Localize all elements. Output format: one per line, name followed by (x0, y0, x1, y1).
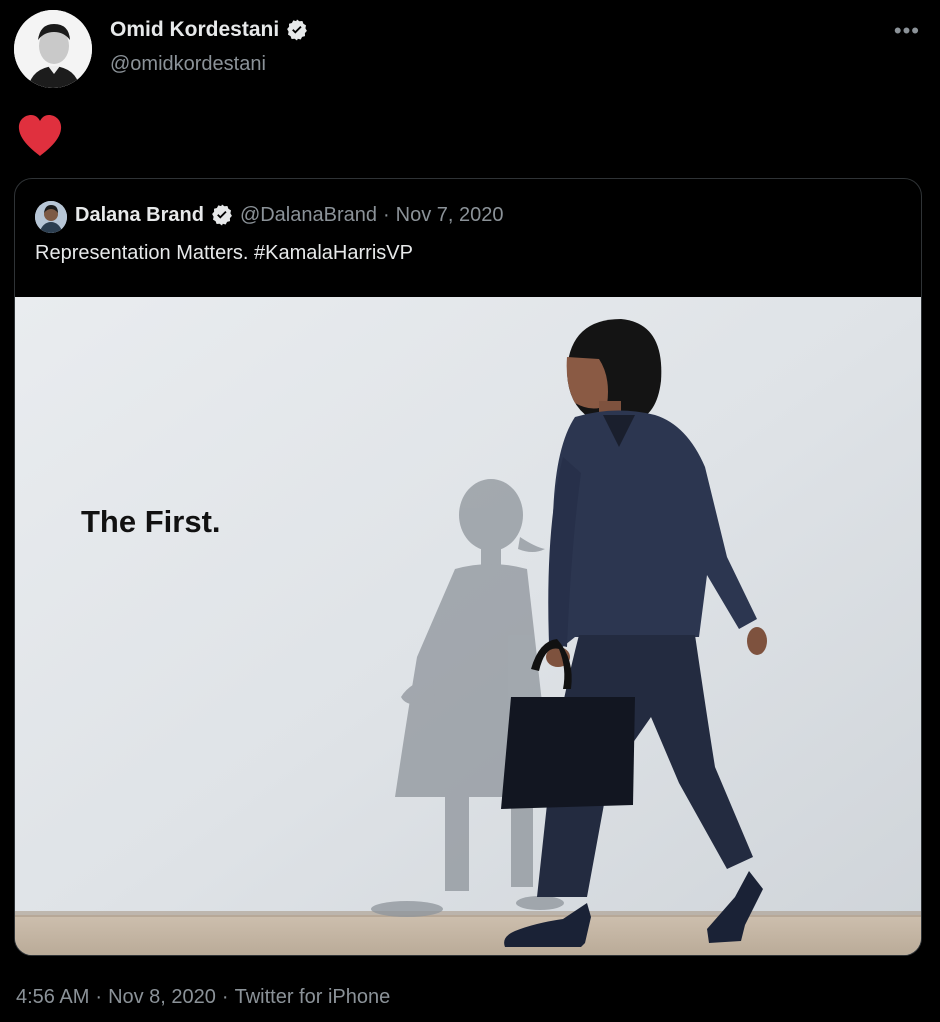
avatar-image (14, 10, 92, 88)
quoted-date[interactable]: Nov 7, 2020 (396, 204, 504, 227)
quoted-tweet-card[interactable]: Dalana Brand @DalanaBrand · Nov 7, 2020 … (14, 178, 922, 956)
author-name[interactable]: Omid Kordestani (110, 18, 279, 42)
photo-image (15, 297, 921, 955)
media-caption-text: The First. (81, 504, 221, 539)
more-options-icon[interactable]: ••• (894, 18, 920, 44)
tweet: Omid Kordestani @omidkordestani ••• Dala… (0, 0, 940, 1022)
verified-badge-icon (285, 18, 309, 42)
author-name-row: Omid Kordestani (110, 18, 309, 42)
verified-badge-icon (210, 203, 234, 227)
quoted-separator: · (383, 203, 390, 226)
tweet-source-link[interactable]: Twitter for iPhone (235, 986, 391, 1008)
tweet-footer: 4:56 AM · Nov 8, 2020 · Twitter for iPhone (16, 986, 390, 1009)
quoted-author-avatar[interactable] (35, 201, 67, 233)
quoted-author-name[interactable]: Dalana Brand (75, 204, 204, 227)
footer-separator: · (221, 986, 229, 1008)
heart-icon (16, 112, 64, 158)
author-avatar[interactable] (14, 10, 92, 88)
quoted-tweet-text: Representation Matters. #KamalaHarrisVP (35, 242, 413, 264)
tweet-time-link[interactable]: 4:56 AM (16, 986, 89, 1008)
author-handle[interactable]: @omidkordestani (110, 53, 266, 76)
quoted-author-handle[interactable]: @DalanaBrand (240, 204, 377, 227)
quoted-media-photo[interactable]: The First. (15, 297, 921, 955)
footer-separator: · (95, 986, 103, 1008)
quoted-header: Dalana Brand @DalanaBrand · Nov 7, 2020 (75, 203, 504, 227)
tweet-date-link[interactable]: Nov 8, 2020 (108, 986, 216, 1008)
